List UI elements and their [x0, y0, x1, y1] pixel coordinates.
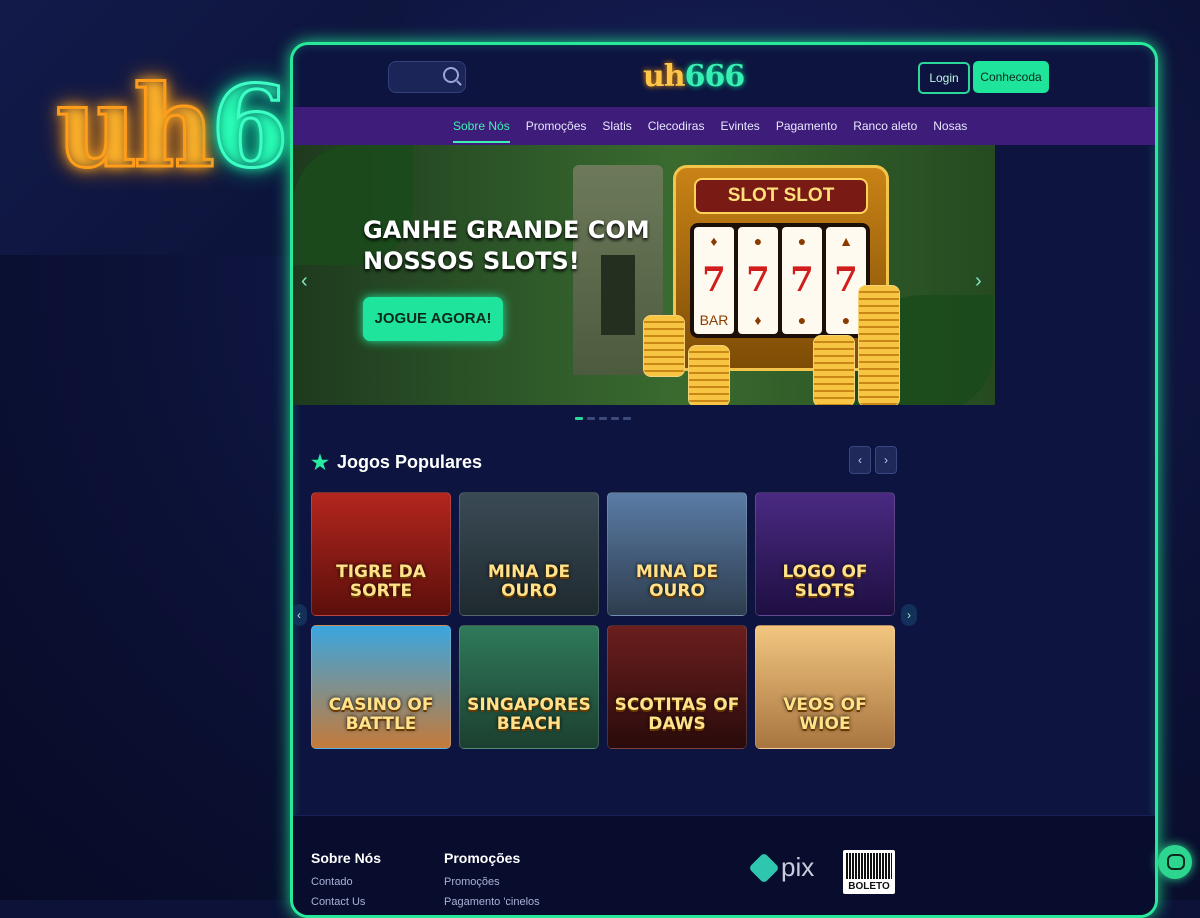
reel-symbol: 7	[702, 260, 726, 301]
game-card[interactable]: MINA DE OURO	[607, 492, 747, 616]
banner-dot[interactable]	[623, 417, 631, 420]
banner-dot[interactable]	[587, 417, 595, 420]
bell-icon: ♦	[710, 232, 718, 249]
game-card[interactable]: LOGO OF SLOTS	[755, 492, 895, 616]
main-nav: Sobre Nós Promoções Slatis Clecodiras Ev…	[293, 107, 1155, 145]
footer-link[interactable]: Promoções	[444, 876, 540, 888]
reel-symbol: 7	[746, 260, 770, 301]
nav-item-ranco-aleto[interactable]: Ranco aleto	[853, 119, 917, 133]
footer-link[interactable]: Pagamento 'cinelos	[444, 896, 540, 908]
footer-link[interactable]: Contado	[311, 876, 381, 888]
play-now-button[interactable]: JOGUE AGORA!	[363, 297, 503, 341]
coin-stack	[688, 345, 730, 405]
register-button[interactable]: Conhecoda	[973, 61, 1049, 93]
hero-headline-line2: NOSSOS SLOTS!	[363, 247, 580, 275]
header-logo[interactable]: uh666	[643, 59, 746, 94]
footer-link[interactable]: Contact Us	[311, 896, 381, 908]
games-grid: TIGRE DA SORTE MINA DE OURO MINA DE OURO…	[311, 492, 895, 749]
footer-heading: Sobre Nós	[311, 850, 382, 866]
slot-machine-sign: SLOT SLOT	[694, 178, 868, 214]
game-title: MINA DE OURO	[635, 562, 719, 601]
bell-icon: ♦	[754, 312, 762, 329]
banner-pagination	[575, 417, 631, 420]
top-bar: uh666 Login Conhecoda	[293, 45, 1155, 107]
games-prev-button[interactable]: ‹	[849, 446, 871, 474]
banner-dot[interactable]	[575, 417, 583, 420]
section-title-text: Jogos Populares	[336, 452, 482, 472]
boleto-label: BOLETO	[848, 881, 890, 892]
header-logo-uh: uh	[643, 59, 686, 94]
site-frame: uh666 Login Conhecoda Sobre Nós Promoçõe…	[290, 42, 1158, 918]
nav-item-nosas[interactable]: Nosas	[933, 119, 967, 133]
grapes-icon: ●	[797, 232, 807, 249]
footer-col-promotions: Promoções Promoções Pagamento 'cinelos	[444, 850, 540, 915]
game-title: TIGRE DA SORTE	[336, 562, 426, 601]
reel: ♦ 7 BAR	[694, 227, 734, 334]
nav-item-slatis[interactable]: Slatis	[602, 119, 631, 133]
pix-icon	[748, 851, 780, 884]
coin-stack	[858, 285, 900, 405]
game-title: SCOTITAS OF DAWS	[614, 695, 740, 734]
games-next-button[interactable]: ›	[875, 446, 897, 474]
slot-machine-image: SLOT SLOT ♦ 7 BAR ● 7 ♦ ● 7 ● ▲ 7 ●	[673, 165, 889, 371]
orange-icon: ●	[797, 312, 807, 329]
reel-symbol: 7	[790, 260, 814, 301]
banner-dot[interactable]	[611, 417, 619, 420]
barcode-icon	[846, 853, 892, 879]
star-icon: ★	[311, 452, 329, 474]
game-card[interactable]: VEOS OF WIOE	[755, 625, 895, 749]
hero-headline: GANHE GRANDE COM NOSSOS SLOTS!	[363, 215, 650, 277]
reel-symbol: 7	[834, 260, 858, 301]
hero-banner: GANHE GRANDE COM NOSSOS SLOTS! JOGUE AGO…	[293, 145, 995, 405]
cherry-icon: ●	[753, 232, 763, 249]
header-logo-number: 666	[684, 59, 746, 94]
game-title: SINGAPORES BEACH	[467, 695, 591, 734]
search-icon[interactable]	[443, 67, 459, 83]
bar-label: BAR	[699, 312, 729, 329]
game-card[interactable]: MINA DE OURO	[459, 492, 599, 616]
coin-stack	[813, 335, 855, 405]
banner-next-arrow-icon[interactable]: ›	[975, 270, 982, 293]
games-right-arrow-icon[interactable]: ›	[901, 604, 917, 626]
footer-col-about: Sobre Nós Contado Contact Us	[311, 850, 382, 915]
search-input[interactable]	[388, 61, 466, 93]
pix-logo: pix	[748, 851, 815, 884]
footer-heading: Promoções	[444, 850, 521, 866]
game-title: LOGO OF SLOTS	[782, 562, 868, 601]
chat-bubble-icon[interactable]	[1158, 845, 1192, 879]
game-card[interactable]: CASINO OF BATTLE	[311, 625, 451, 749]
reel: ● 7 ●	[782, 227, 822, 334]
login-button[interactable]: Login	[918, 62, 970, 94]
game-card[interactable]: SCOTITAS OF DAWS	[607, 625, 747, 749]
popular-games-heading: ★ Jogos Populares	[311, 450, 482, 475]
lemon-icon: ▲	[839, 232, 853, 249]
boleto-logo: BOLETO	[843, 850, 895, 894]
pix-label: pix	[781, 852, 815, 882]
game-title: CASINO OF BATTLE	[328, 695, 434, 734]
footer: Sobre Nós Contado Contact Us Promoções P…	[293, 815, 1155, 915]
nav-item-pagamento[interactable]: Pagamento	[776, 119, 837, 133]
coin-stack	[643, 315, 685, 377]
nav-item-promocoes[interactable]: Promoções	[526, 119, 587, 133]
banner-prev-arrow-icon[interactable]: ‹	[301, 270, 308, 293]
banner-dot[interactable]	[599, 417, 607, 420]
cherry-icon: ●	[841, 312, 851, 329]
nav-item-sobre-nos[interactable]: Sobre Nós	[453, 119, 510, 143]
nav-item-clecodiras[interactable]: Clecodiras	[648, 119, 705, 133]
logo-uh-text: uh	[55, 62, 217, 193]
nav-item-evintes[interactable]: Evintes	[720, 119, 759, 133]
game-title: MINA DE OURO	[487, 562, 571, 601]
games-left-arrow-icon[interactable]: ‹	[293, 604, 307, 626]
hero-headline-line1: GANHE GRANDE COM	[363, 216, 650, 244]
reel: ● 7 ♦	[738, 227, 778, 334]
game-card[interactable]: SINGAPORES BEACH	[459, 625, 599, 749]
game-title: VEOS OF WIOE	[783, 695, 867, 734]
slot-reels: ♦ 7 BAR ● 7 ♦ ● 7 ● ▲ 7 ●	[690, 223, 870, 338]
game-card[interactable]: TIGRE DA SORTE	[311, 492, 451, 616]
